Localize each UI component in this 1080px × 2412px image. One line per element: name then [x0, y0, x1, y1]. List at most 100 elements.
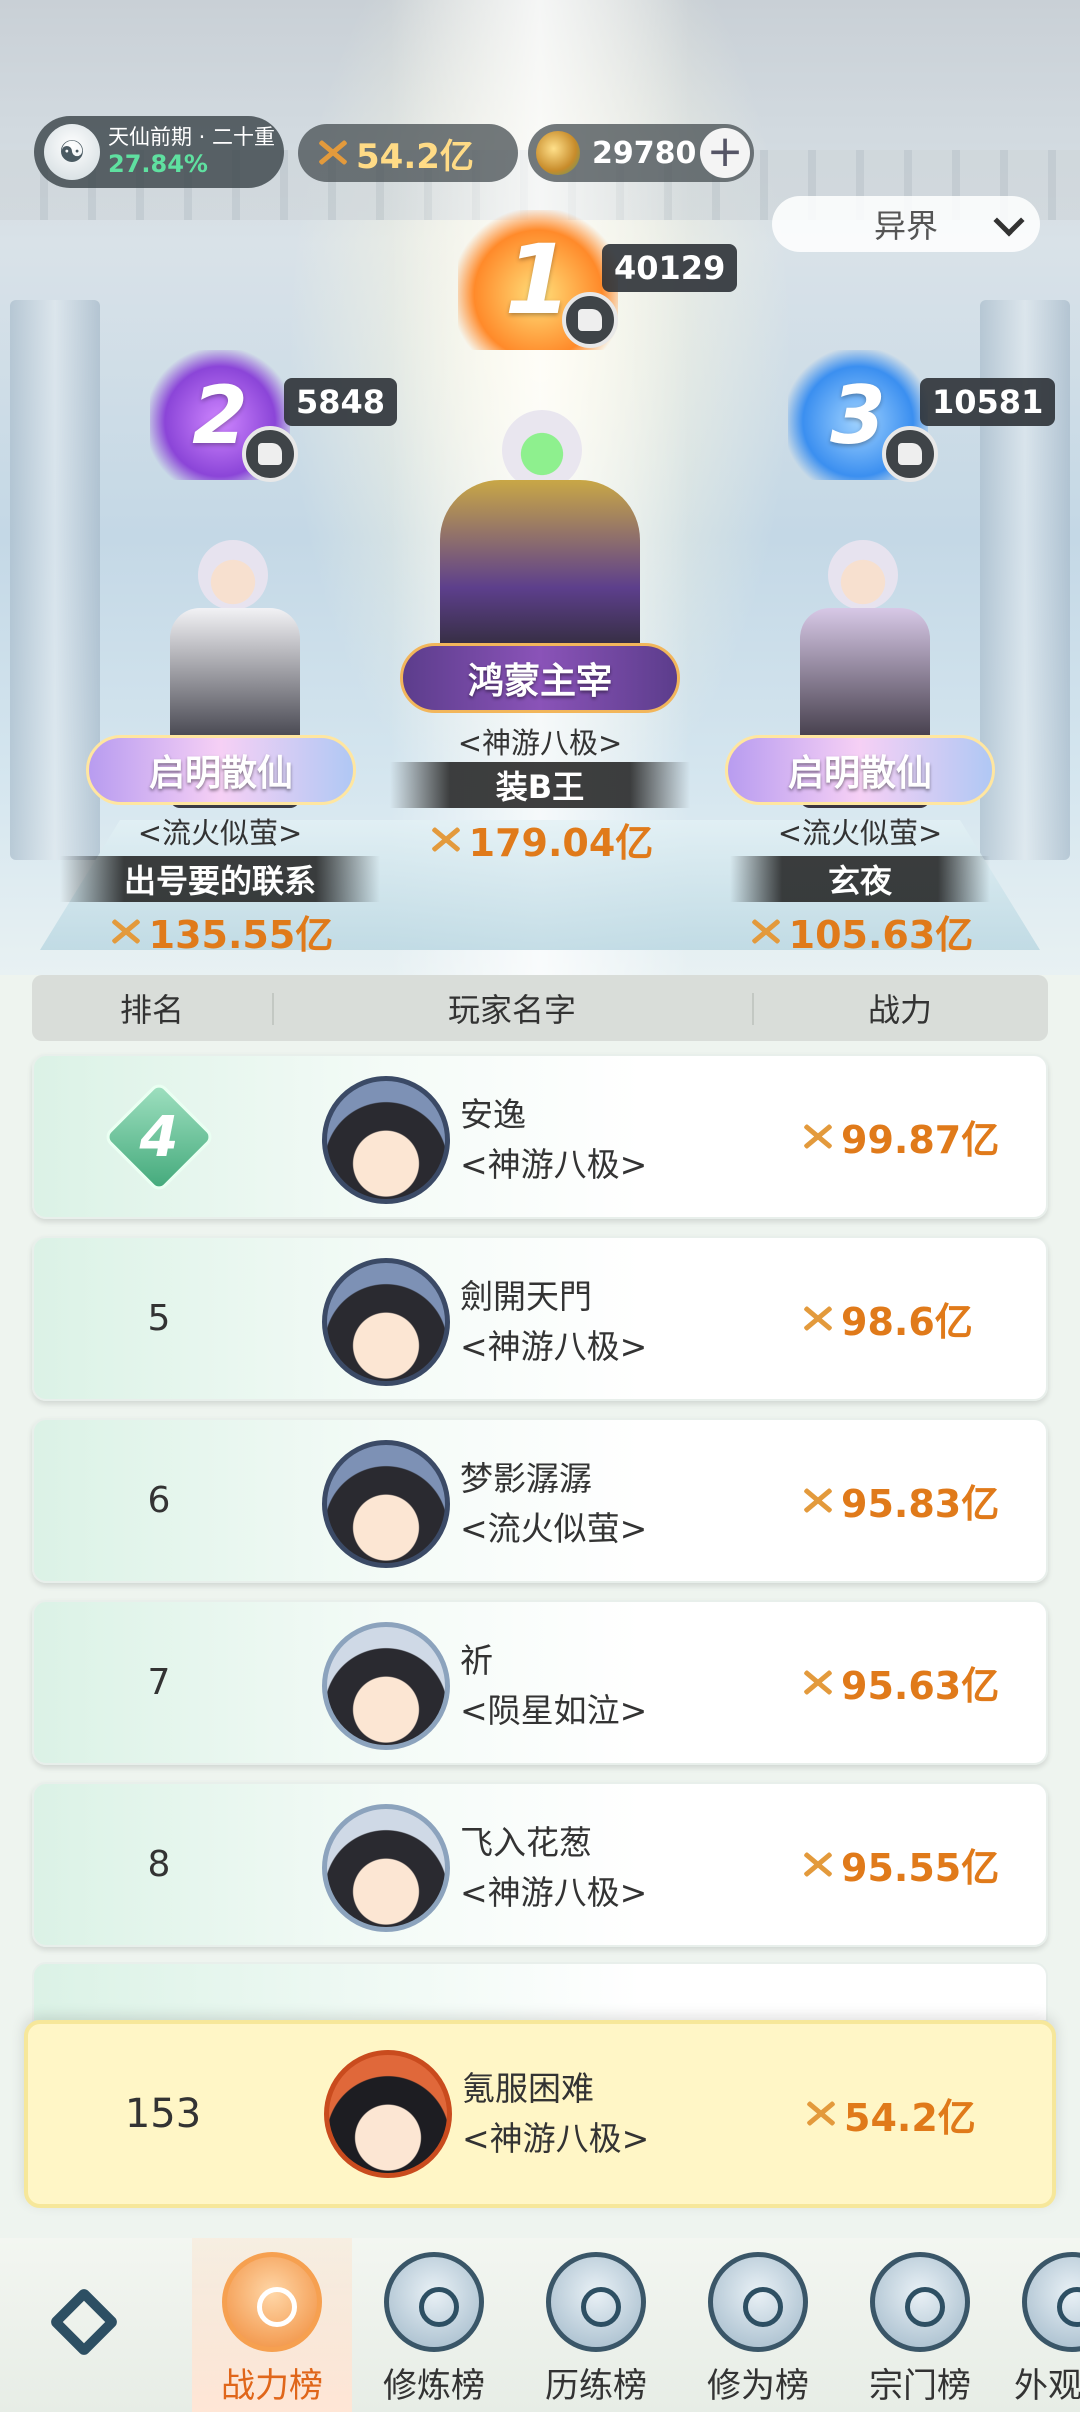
scroll-icon [870, 2252, 970, 2352]
rank-3-guild: <流火似萤> [777, 816, 943, 850]
rank-2-title: 启明散仙 [86, 735, 356, 805]
cultivator-icon: ☯ [44, 124, 100, 180]
row-rank: 7 [147, 1662, 171, 1703]
column-divider [752, 993, 754, 1025]
row-power: 95.55亿 [799, 1784, 999, 1945]
my-avatar[interactable] [324, 2050, 452, 2178]
rank-3-likes: 10581 [920, 378, 1056, 426]
player-avatar[interactable] [322, 1440, 450, 1568]
player-name: 梦影潺潺 [460, 1459, 592, 1498]
power-icon [427, 825, 463, 855]
character-rank-1[interactable] [410, 370, 670, 660]
row-player: 梦影潺潺 <流火似萤> [460, 1454, 647, 1553]
power-icon [799, 1304, 835, 1334]
column-divider [272, 993, 274, 1025]
appearance-icon [1022, 2252, 1080, 2352]
realm-status[interactable]: ☯ 天仙前期 · 二十重 27.84% [34, 116, 284, 188]
region-selected: 异界 [873, 207, 938, 245]
row-rank: 5 [147, 1298, 171, 1339]
my-player-guild: <神游八极> [462, 2118, 650, 2158]
thumb-up-icon [898, 443, 922, 465]
tab-level-ranking[interactable]: 修为榜 [678, 2238, 838, 2412]
player-name: 劍開天門 [460, 1277, 592, 1316]
row-rank: 8 [147, 1844, 171, 1885]
row-power: 98.6亿 [799, 1238, 973, 1399]
rank-2-likes: 5848 [284, 378, 398, 426]
rank-1-power: 179.04亿 [400, 812, 680, 867]
power-icon [802, 2099, 838, 2129]
my-rank: 153 [124, 2091, 202, 2137]
power-icon [799, 1486, 835, 1516]
ranking-row[interactable]: 4 安逸 <神游八极> 99.87亿 [32, 1054, 1048, 1219]
thumb-up-icon [258, 443, 282, 465]
player-guild: <神游八极> [460, 1872, 648, 1912]
like-rank-2-button[interactable] [242, 426, 298, 482]
rank-2-player-name: 出号要的联系 [60, 856, 380, 902]
menu-button[interactable] [38, 2276, 130, 2368]
ranking-table-header: 排名 玩家名字 战力 [32, 975, 1048, 1041]
tab-cultivation-ranking[interactable]: 修炼榜 [354, 2238, 514, 2412]
power-icon [799, 1668, 835, 1698]
column-player-name: 玩家名字 [447, 991, 576, 1029]
rank-3-player-name: 玄夜 [730, 856, 990, 902]
my-player: 氪服困难 <神游八极> [462, 2064, 649, 2163]
player-avatar[interactable] [322, 1804, 450, 1932]
rank-3-power: 105.63亿 [720, 904, 1000, 959]
ranking-row[interactable]: 6 梦影潺潺 <流火似萤> 95.83亿 [32, 1418, 1048, 1583]
tab-trial-ranking[interactable]: 历练榜 [516, 2238, 676, 2412]
like-rank-3-button[interactable] [882, 426, 938, 482]
rank-4-badge: 4 [102, 1079, 216, 1194]
ranking-row[interactable]: 8 飞入花葱 <神游八极> 95.55亿 [32, 1782, 1048, 1947]
bottom-nav: 战力榜 修炼榜 历练榜 修为榜 宗门榜 外观 [0, 2238, 1080, 2412]
add-jade-button[interactable]: + [700, 128, 750, 178]
tab-power-ranking[interactable]: 战力榜 [192, 2238, 352, 2412]
player-guild: <神游八极> [460, 1144, 648, 1184]
row-player: 祈 <陨星如泣> [460, 1636, 647, 1735]
star-icon [546, 2252, 646, 2352]
row-player: 飞入花葱 <神游八极> [460, 1818, 647, 1917]
region-dropdown[interactable]: 异界 [772, 196, 1040, 252]
jade-icon [536, 131, 580, 175]
player-avatar[interactable] [322, 1258, 450, 1386]
row-power: 95.83亿 [799, 1420, 999, 1581]
yin-yang-icon [384, 2252, 484, 2352]
power-icon [747, 917, 783, 947]
crossed-swords-icon [222, 2252, 322, 2352]
player-avatar[interactable] [322, 1622, 450, 1750]
my-player-name: 氪服困难 [462, 2069, 594, 2108]
ranking-row[interactable]: 7 祈 <陨星如泣> 95.63亿 [32, 1600, 1048, 1765]
thumb-up-icon [578, 309, 602, 331]
player-avatar[interactable] [322, 1076, 450, 1204]
rank-2-guild: <流火似萤> [137, 816, 303, 850]
tab-sect-ranking[interactable]: 宗门榜 [840, 2238, 1000, 2412]
like-rank-1-button[interactable] [562, 292, 618, 348]
hat-icon [708, 2252, 808, 2352]
column-rank: 排名 [119, 991, 184, 1029]
power-icon [799, 1850, 835, 1880]
my-power: 54.2亿 [802, 2024, 976, 2204]
ranking-row[interactable]: 5 劍開天門 <神游八极> 98.6亿 [32, 1236, 1048, 1401]
row-rank: 4 [34, 1056, 284, 1217]
power-icon [107, 917, 143, 947]
power-icon [314, 138, 350, 168]
rank-1-title: 鸿蒙主宰 [400, 643, 680, 713]
row-power: 95.63亿 [799, 1602, 999, 1763]
rank-1-guild: <神游八极> [457, 726, 623, 760]
row-power: 99.87亿 [799, 1056, 999, 1217]
player-name: 安逸 [460, 1095, 526, 1134]
row-rank: 6 [147, 1480, 171, 1521]
player-guild: <神游八极> [460, 1326, 648, 1366]
realm-name: 天仙前期 · 二十重 [108, 125, 276, 149]
rank-3-title: 启明散仙 [725, 735, 995, 805]
my-rank-row[interactable]: 153 氪服困难 <神游八极> 54.2亿 [24, 2020, 1056, 2208]
rank-2-power: 135.55亿 [80, 904, 360, 959]
rank-1-likes: 40129 [602, 244, 738, 292]
realm-progress: 27.84% [108, 150, 208, 179]
power-icon [799, 1122, 835, 1152]
ranking-row-partial[interactable] [32, 1962, 1048, 2022]
row-player: 安逸 <神游八极> [460, 1090, 647, 1189]
jade-count: 29780 [592, 135, 697, 171]
total-power-chip: 54.2亿 [298, 124, 518, 182]
rank-1-player-name: 装B王 [390, 762, 690, 808]
tab-appearance-ranking[interactable]: 外观 [1002, 2238, 1080, 2412]
